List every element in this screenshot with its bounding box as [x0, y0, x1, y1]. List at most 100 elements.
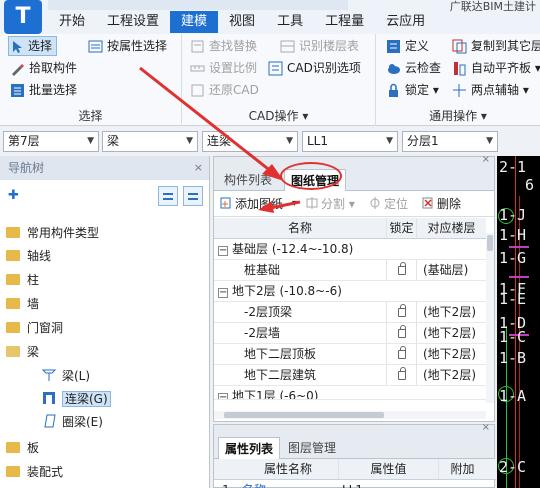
quick-access-toolbar[interactable] [48, 0, 348, 10]
table-row[interactable]: 地下二层顶板 (地下2层) [214, 344, 486, 365]
restore-icon [190, 83, 205, 98]
align-slab-icon [452, 61, 467, 76]
menu-tab-cloud[interactable]: 云应用 [375, 11, 436, 33]
drawing-toolbar: 添加图纸 ▾ 分割 ▾ 定位 删除 [214, 191, 494, 217]
table-row[interactable]: − 地下2层 (-10.8~-6) [214, 281, 486, 302]
floor-select[interactable]: 第7层 ▼ [3, 131, 99, 152]
table-row[interactable]: 桩基础 (基础层) [214, 260, 486, 281]
collapse-icon[interactable]: − [218, 288, 228, 298]
set-scale-button[interactable]: 设置比例 [190, 58, 257, 78]
tree-item-slab[interactable]: 板 [0, 437, 210, 459]
tab-component-list[interactable]: 构件列表 [218, 169, 278, 191]
tree-item-beam[interactable]: 梁 [0, 341, 210, 363]
component-select[interactable]: LL1 ▼ [302, 131, 398, 152]
locate-button[interactable]: 定位 [369, 195, 408, 213]
list-view-icon[interactable] [158, 186, 178, 206]
close-icon[interactable]: × [194, 156, 203, 180]
property-select-icon [88, 39, 103, 54]
axis-label: 1-G [499, 249, 527, 267]
cloud-check-button[interactable]: 云检查 [386, 58, 441, 78]
collapse-icon[interactable]: − [218, 246, 228, 256]
chevron-down-icon: ▼ [386, 136, 393, 146]
select-button[interactable]: 选择 [8, 36, 58, 56]
two-point-axis-button[interactable]: 两点辅轴 ▾ [452, 80, 529, 100]
sublayer-select[interactable]: 分层1 ▼ [402, 131, 498, 152]
tree-item-column[interactable]: 柱 [0, 269, 210, 291]
axis-label: 6 [525, 176, 535, 194]
tree-item-beam-l[interactable]: 梁(L) [0, 365, 210, 387]
menu-tab-view[interactable]: 视图 [218, 11, 266, 33]
folder-open-icon [6, 346, 20, 357]
lock-icon[interactable] [397, 325, 406, 338]
property-table: 属性名称 属性值 附加 1 名称 LL1 [214, 459, 496, 488]
table-row[interactable]: 地下二层建筑 (地下2层) [214, 365, 486, 386]
restore-cad-button[interactable]: 还原CAD [190, 80, 259, 100]
split-button[interactable]: 分割 ▾ [306, 195, 355, 213]
menu-tab-quantities[interactable]: 工程量 [314, 11, 375, 33]
lock-icon[interactable] [397, 346, 406, 359]
selector-bar: 第7层 ▼ 梁 ▼ 连梁 ▼ LL1 ▼ 分层1 ▼ [0, 128, 540, 154]
axis-label: 1-J [499, 206, 527, 224]
tab-layer-management[interactable]: 图层管理 [282, 437, 342, 459]
horizontal-scrollbar[interactable] [214, 411, 486, 419]
define-icon [386, 39, 401, 54]
lock-icon[interactable] [397, 262, 406, 275]
menu-tab-tools[interactable]: 工具 [266, 11, 314, 33]
close-icon[interactable]: × [482, 422, 490, 433]
menu-tab-project-settings[interactable]: 工程设置 [96, 11, 170, 33]
tree-item-wall[interactable]: 墙 [0, 293, 210, 315]
table-row[interactable]: 1 名称 LL1 [214, 480, 496, 488]
delete-button[interactable]: 删除 [422, 195, 461, 213]
ribbon-group-label-cad: CAD操作 ▾ [248, 109, 309, 123]
cad-canvas[interactable]: 2-1 6 1-J 1-H 1-G 1-F 1-E 1-D 1-C 1-B 1-… [497, 156, 540, 488]
detail-view-icon[interactable] [183, 186, 203, 206]
table-row[interactable]: -2层墙 (地下2层) [214, 323, 486, 344]
tab-property-list[interactable]: 属性列表 [218, 437, 281, 459]
property-panel: × 属性列表 图层管理 属性名称 属性值 附加 1 名称 LL1 [213, 422, 496, 488]
tree-item-door-window[interactable]: 门窗洞 [0, 317, 210, 339]
type-select[interactable]: 连梁 ▼ [202, 131, 298, 152]
tree-item-coupling-beam[interactable]: 连梁(G) [0, 388, 210, 410]
add-drawing-button[interactable]: 添加图纸 [220, 195, 283, 213]
cad-recognition-options-button[interactable]: CAD识别选项 [268, 58, 361, 78]
tree-item-prefab[interactable]: 装配式 [0, 461, 210, 483]
app-logo[interactable]: T [4, 0, 42, 34]
nav-tree-panel: 导航树 × ✚ 常用构件类型 轴线 柱 墙 门窗洞 梁 梁(L) 连梁(G) 圈… [0, 156, 210, 488]
axis-icon [452, 83, 467, 98]
delete-icon [422, 196, 434, 209]
collapse-icon[interactable]: − [218, 393, 228, 399]
menu-tab-modeling[interactable]: 建模 [170, 11, 219, 33]
find-replace-button[interactable]: 查找替换 [190, 36, 257, 56]
lock-icon[interactable] [397, 367, 406, 380]
tree-item-common-types[interactable]: 常用构件类型 [0, 222, 210, 244]
table-row[interactable]: -2层顶梁 (地下2层) [214, 302, 486, 323]
define-button[interactable]: 定义 [386, 36, 429, 56]
highlight-circle [280, 162, 342, 190]
identify-floor-table-button[interactable]: 识别楼层表 [280, 36, 359, 56]
auto-align-slab-button[interactable]: 自动平齐板 ▾ [452, 58, 540, 78]
tree-item-axis[interactable]: 轴线 [0, 245, 210, 267]
add-component-icon[interactable]: ✚ [8, 188, 19, 203]
lock-icon[interactable] [397, 304, 406, 317]
copy-to-other-floor-button[interactable]: 复制到其它层 [452, 36, 540, 56]
axis-label: 1-H [499, 226, 527, 244]
vertical-scrollbar[interactable] [486, 233, 494, 403]
ribbon: 选择 按属性选择 拾取构件 批量选择 选择 查找替换 识别楼层表 设置比例 CA… [0, 34, 540, 126]
batch-select-button[interactable]: 批量选择 [10, 80, 77, 100]
chevron-down-icon: ▼ [87, 136, 94, 146]
select-by-property-button[interactable]: 按属性选择 [88, 36, 167, 56]
chevron-down-icon: ▼ [286, 136, 293, 146]
locate-icon [369, 196, 381, 209]
table-row[interactable]: − 地下1层 (-6~0) [214, 386, 486, 400]
pick-component-button[interactable]: 拾取构件 [10, 58, 77, 78]
ribbon-group-label-common: 通用操作 ▾ [429, 109, 487, 123]
close-icon[interactable]: × [482, 154, 490, 165]
folder-icon [6, 322, 20, 333]
scale-icon [190, 61, 205, 76]
table-row[interactable]: − 基础层 (-12.4~-10.8) [214, 239, 486, 260]
category-select[interactable]: 梁 ▼ [102, 131, 198, 152]
lock-button[interactable]: 锁定 ▾ [386, 80, 439, 100]
drawing-panel: × 构件列表 图纸管理 添加图纸 ▾ 分割 ▾ 定位 删除 名称 锁定 对应楼层… [213, 154, 495, 422]
tree-item-ring-beam[interactable]: 圈梁(E) [0, 411, 210, 433]
menu-tab-start[interactable]: 开始 [48, 11, 96, 33]
